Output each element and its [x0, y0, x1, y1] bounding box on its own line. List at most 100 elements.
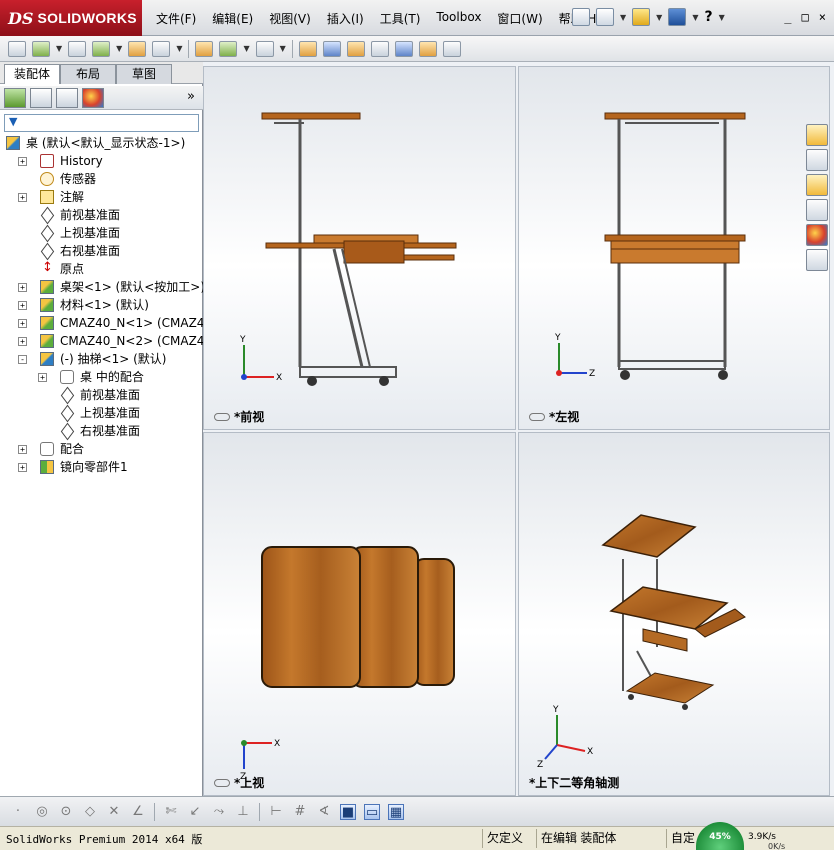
dimension-icon[interactable]: ⊢ — [268, 804, 284, 820]
expand-toggle-icon[interactable]: + — [18, 283, 27, 292]
tree-item[interactable]: + CMAZ40_N<1> (CMAZ40-N) — [0, 314, 230, 332]
tree-item[interactable]: 原点 — [0, 259, 203, 278]
tree-item[interactable]: - (-) 抽梯<1> (默认) — [0, 350, 203, 368]
tree-item[interactable]: + 桌架<1> (默认<按加工>) — [0, 278, 205, 296]
tree-item[interactable]: + 桌 中的配合 — [0, 368, 203, 386]
exploded-view-icon[interactable] — [346, 40, 365, 57]
solidworks-resources-icon[interactable] — [806, 124, 828, 146]
tree-item[interactable]: 右视基准面 — [0, 422, 203, 440]
solidworks-logo[interactable]: DS SOLIDWORKS — [0, 0, 142, 36]
point-icon[interactable]: · — [10, 804, 26, 820]
angle-icon[interactable]: ∠ — [130, 804, 146, 820]
link-views-icon[interactable] — [214, 778, 230, 787]
link-views-icon[interactable] — [214, 412, 230, 421]
shaded-view-icon[interactable]: ■ — [340, 803, 356, 820]
tree-item[interactable]: 上视基准面 — [0, 404, 203, 422]
configuration-manager-icon[interactable] — [56, 87, 78, 108]
appearances-scenes-icon[interactable] — [806, 224, 828, 246]
viewport-top[interactable]: X Z *上视 — [203, 432, 516, 796]
tab-layout[interactable]: 布局 — [60, 64, 116, 84]
open-folder-icon[interactable] — [632, 8, 651, 26]
menu-edit[interactable]: 编辑(E) — [204, 10, 261, 27]
offset-icon[interactable]: ⤳ — [211, 804, 227, 820]
tree-item[interactable]: + 注解 — [0, 188, 203, 206]
chevron-down-icon[interactable]: ▼ — [719, 13, 725, 22]
help-icon[interactable]: ? — [704, 9, 712, 25]
new-part-icon[interactable] — [8, 40, 26, 57]
chevron-down-icon[interactable]: ▼ — [243, 44, 249, 53]
insert-component-icon[interactable] — [32, 40, 50, 57]
four-viewport-icon[interactable]: ▦ — [388, 803, 404, 820]
tree-item[interactable]: 传感器 — [0, 170, 203, 188]
interference-detection-icon[interactable] — [394, 40, 413, 57]
menu-toolbox[interactable]: Toolbox — [428, 10, 489, 27]
grid-icon[interactable]: # — [292, 804, 308, 820]
move-component-icon[interactable] — [152, 40, 171, 57]
clearance-verification-icon[interactable] — [418, 40, 437, 57]
chevron-down-icon[interactable]: ▼ — [656, 13, 662, 22]
instant3d-icon[interactable] — [442, 40, 461, 57]
viewport-isometric[interactable]: Y X Z *上下二等角轴测 — [518, 432, 830, 796]
custom-properties-icon[interactable] — [806, 249, 828, 271]
show-hidden-components-icon[interactable] — [195, 40, 214, 57]
expand-panel-icon[interactable]: » — [187, 89, 195, 104]
expand-toggle-icon[interactable]: + — [18, 193, 27, 202]
intersect-icon[interactable]: ✕ — [106, 804, 122, 820]
expand-toggle-icon[interactable]: + — [18, 157, 27, 166]
maximize-button[interactable]: □ — [802, 10, 809, 24]
single-viewport-icon[interactable]: ▭ — [364, 803, 380, 820]
expand-toggle-icon[interactable]: + — [18, 337, 27, 346]
tree-item[interactable]: + CMAZ40_N<2> (CMAZ40-N) — [0, 332, 230, 350]
tab-assembly[interactable]: 装配体 — [4, 64, 60, 84]
trim-icon[interactable]: ✄ — [163, 804, 179, 820]
polygon-icon[interactable]: ◇ — [82, 804, 98, 820]
tree-item[interactable]: + 材料<1> (默认) — [0, 296, 203, 314]
tree-item[interactable]: + 配合 — [0, 440, 203, 458]
minimize-button[interactable]: _ — [784, 10, 791, 24]
tree-item[interactable]: 右视基准面 — [0, 242, 203, 260]
bill-of-materials-icon[interactable] — [322, 40, 341, 57]
tree-item[interactable]: 前视基准面 — [0, 206, 203, 224]
expand-toggle-icon[interactable]: + — [38, 373, 47, 382]
explode-line-sketch-icon[interactable] — [370, 40, 389, 57]
file-explorer-icon[interactable] — [806, 174, 828, 196]
feature-tree-icon[interactable] — [4, 87, 26, 108]
save-icon[interactable] — [668, 8, 687, 26]
display-manager-icon[interactable] — [82, 87, 104, 108]
chevron-down-icon[interactable]: ▼ — [176, 44, 182, 53]
chevron-down-icon[interactable]: ▼ — [280, 44, 286, 53]
circle-icon[interactable]: ◎ — [34, 804, 50, 820]
view-palette-icon[interactable] — [806, 199, 828, 221]
circle-center-icon[interactable]: ⊙ — [58, 804, 74, 820]
collapse-toggle-icon[interactable]: - — [18, 355, 27, 364]
tree-item[interactable]: 前视基准面 — [0, 386, 203, 404]
chevron-down-icon[interactable]: ▼ — [116, 44, 122, 53]
menu-view[interactable]: 视图(V) — [261, 10, 319, 27]
expand-toggle-icon[interactable]: + — [18, 319, 27, 328]
mirror-icon[interactable]: ⊥ — [235, 804, 251, 820]
menu-tools[interactable]: 工具(T) — [372, 10, 429, 27]
angle-snap-icon[interactable]: ∢ — [316, 804, 332, 820]
chevron-down-icon[interactable]: ▼ — [692, 13, 698, 22]
expand-toggle-icon[interactable]: + — [18, 301, 27, 310]
mate-icon[interactable] — [68, 40, 87, 57]
tree-item[interactable]: 桌 (默认<默认_显示状态-1>) — [0, 134, 203, 152]
chevron-down-icon[interactable]: ▼ — [56, 44, 62, 53]
tree-filter[interactable]: ▼ — [4, 114, 199, 132]
property-manager-icon[interactable] — [30, 87, 52, 108]
expand-toggle-icon[interactable]: + — [18, 445, 27, 454]
tab-sketch[interactable]: 草图 — [116, 64, 172, 84]
expand-toggle-icon[interactable]: + — [18, 463, 27, 472]
tree-item[interactable]: + 镜向零部件1 — [0, 458, 203, 476]
linear-pattern-icon[interactable] — [92, 40, 111, 57]
viewport-front[interactable]: Y X *前视 — [203, 66, 516, 430]
reference-geometry-icon[interactable] — [255, 40, 274, 57]
link-views-icon[interactable] — [529, 412, 545, 421]
tree-item[interactable]: 上视基准面 — [0, 224, 203, 242]
new-document-icon[interactable] — [596, 8, 614, 26]
extend-icon[interactable]: ↙ — [187, 804, 203, 820]
tree-item[interactable]: + History — [0, 152, 203, 170]
close-button[interactable]: × — [819, 10, 826, 24]
viewport-left[interactable]: Y Z *左视 — [518, 66, 830, 430]
menu-file[interactable]: 文件(F) — [148, 10, 204, 27]
